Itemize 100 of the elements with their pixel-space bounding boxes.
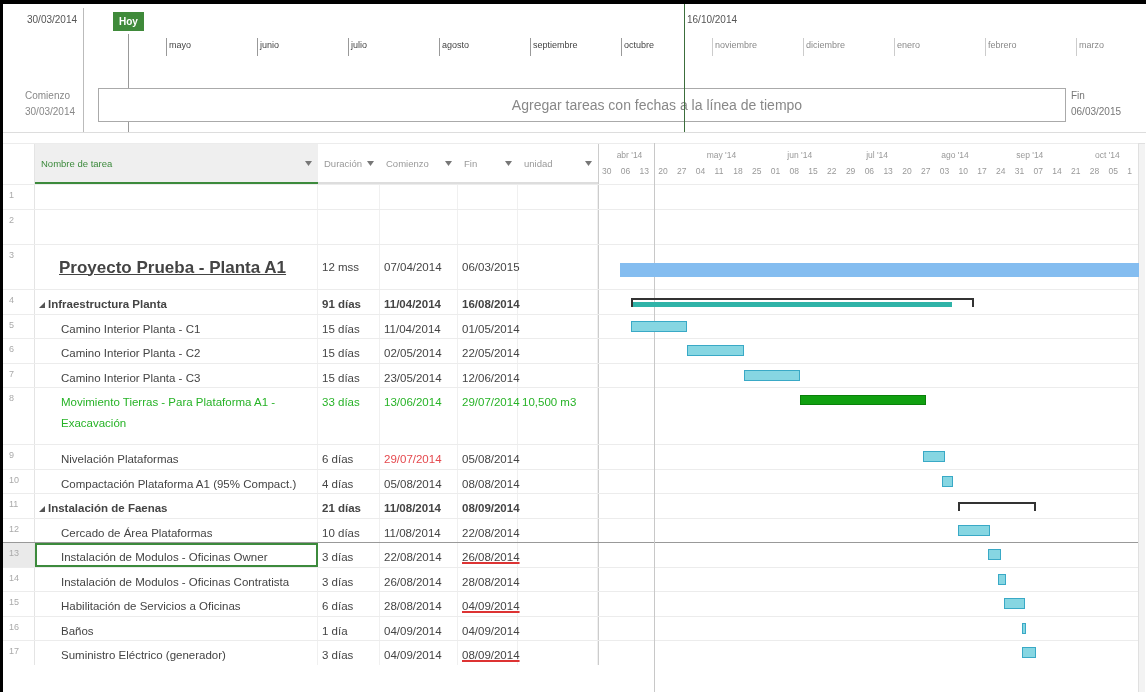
start-label: Comienzo <box>25 90 71 101</box>
week-scale-label: 28 <box>1089 166 1100 176</box>
week-scale-label: 29 <box>845 166 856 176</box>
collapse-triangle-icon[interactable] <box>39 506 45 512</box>
task-name-cell[interactable]: Instalación de Modulos - Oficinas Owner <box>35 543 318 567</box>
task-name-cell[interactable]: Camino Interior Planta - C3 <box>35 363 318 387</box>
week-scale-label: 18 <box>733 166 743 176</box>
week-scale-label: 13 <box>639 166 649 176</box>
duration-cell: 6 días <box>318 592 380 616</box>
week-scale-label: 06 <box>864 166 875 176</box>
week-scale-label: 27 <box>677 166 687 176</box>
task-bar[interactable] <box>987 549 1001 560</box>
today-marker[interactable]: Hoy <box>113 12 144 31</box>
week-scale-label: 08 <box>789 166 800 176</box>
row-number: 1 <box>3 185 35 209</box>
row-number: 2 <box>3 210 35 244</box>
task-name-cell[interactable]: Proyecto Prueba - Planta A1 <box>35 245 318 289</box>
start-date-cell: 23/05/2014 <box>380 363 458 387</box>
start-date-cell: 04/09/2014 <box>380 641 458 665</box>
task-bar[interactable] <box>1022 622 1027 634</box>
timeline-start-date: 30/03/2014 <box>27 14 78 25</box>
start-date-cell: 02/05/2014 <box>380 339 458 363</box>
task-bar[interactable] <box>998 573 1007 585</box>
task-name-cell[interactable]: Camino Interior Planta - C1 <box>35 314 318 338</box>
duration-cell: 15 días <box>318 314 380 338</box>
week-scale-label: 31 <box>1014 166 1025 176</box>
duration-cell: 91 días <box>318 290 380 314</box>
dropdown-arrow-icon[interactable] <box>585 160 592 166</box>
task-name-cell[interactable]: Habilitación de Servicios a Oficinas <box>35 592 318 616</box>
duration-cell: 1 día <box>318 616 380 640</box>
row-number: 12 <box>3 518 35 542</box>
row-number: 14 <box>3 567 35 591</box>
row-number: 7 <box>3 363 35 387</box>
task-name-cell[interactable]: Cercado de Área Plataformas <box>35 518 318 542</box>
duration-cell: 10 días <box>318 518 380 542</box>
finish-date-cell: 08/09/2014 <box>458 494 518 518</box>
start-value: 30/03/2014 <box>25 106 76 117</box>
week-scale-label: 22 <box>827 166 837 176</box>
month-label: enero <box>894 38 985 56</box>
week-scale-label: 1 <box>1127 166 1132 176</box>
task-bar[interactable] <box>687 345 744 356</box>
scrollbar[interactable] <box>1138 143 1145 692</box>
dropdown-arrow-icon[interactable] <box>505 160 512 166</box>
month-label: junio <box>257 38 348 56</box>
finish-date-cell: 22/08/2014 <box>458 518 518 542</box>
row-number: 13 <box>3 543 35 567</box>
dropdown-arrow-icon[interactable] <box>305 160 312 166</box>
task-name-cell[interactable]: Instalación de Faenas <box>35 494 318 518</box>
row-number: 15 <box>3 592 35 616</box>
month-label: marzo <box>1076 38 1146 56</box>
task-bar[interactable] <box>942 475 953 487</box>
collapse-triangle-icon[interactable] <box>39 302 45 308</box>
finish-date-cell: 01/05/2014 <box>458 314 518 338</box>
week-scale-label: 25 <box>752 166 762 176</box>
month-label: septiembre <box>530 38 621 56</box>
month-label: agosto <box>439 38 530 56</box>
task-name-cell[interactable]: Baños <box>35 616 318 640</box>
finish-date-cell: 05/08/2014 <box>458 445 518 469</box>
task-bar[interactable] <box>800 395 926 405</box>
start-date-cell: 05/08/2014 <box>380 469 458 493</box>
week-scale-label: 03 <box>939 166 950 176</box>
week-scale-label: 30 <box>602 166 612 176</box>
row-number: 6 <box>3 339 35 363</box>
task-name-cell[interactable]: Nivelación Plataformas <box>35 445 318 469</box>
task-name-cell[interactable]: Instalación de Modulos - Oficinas Contratista <box>35 567 318 591</box>
summary-bar[interactable] <box>958 502 1036 511</box>
dropdown-arrow-icon[interactable] <box>367 160 374 166</box>
finish-label: Fin <box>1071 90 1085 101</box>
task-bar[interactable] <box>958 524 991 536</box>
dropdown-arrow-icon[interactable] <box>445 160 452 166</box>
finish-date-cell: 26/08/2014 <box>458 543 518 567</box>
task-bar[interactable] <box>923 451 945 462</box>
finish-date-cell: 04/09/2014 <box>458 592 518 616</box>
summary-bar[interactable] <box>631 298 975 307</box>
start-date-cell: 26/08/2014 <box>380 567 458 591</box>
row-number: 9 <box>3 445 35 469</box>
task-bar[interactable] <box>1003 598 1026 609</box>
duration-cell: 33 días <box>318 388 380 444</box>
task-name-cell[interactable]: Infraestructura Planta <box>35 290 318 314</box>
column-header[interactable]: Nombre de tarea <box>35 144 318 184</box>
task-bar[interactable] <box>1022 647 1036 658</box>
month-scale-label: abr '14 <box>616 150 643 160</box>
week-scale-label: 27 <box>920 166 931 176</box>
start-date-cell: 07/04/2014 <box>380 245 458 289</box>
task-bar[interactable] <box>743 369 800 381</box>
duration-cell: 6 días <box>318 445 380 469</box>
task-name-cell[interactable]: Compactación Plataforma A1 (95% Compact.) <box>35 469 318 493</box>
duration-cell: 15 días <box>318 363 380 387</box>
row-number: 16 <box>3 616 35 640</box>
week-scale-label: 10 <box>958 166 968 176</box>
task-name-cell[interactable]: Camino Interior Planta - C2 <box>35 339 318 363</box>
task-bar[interactable] <box>631 320 688 332</box>
start-date-cell: 29/07/2014 <box>380 445 458 469</box>
task-name-cell[interactable]: Suministro Eléctrico (generador) <box>35 641 318 665</box>
start-date-cell: 11/04/2014 <box>380 314 458 338</box>
start-date-cell: 11/08/2014 <box>380 518 458 542</box>
month-label: julio <box>348 38 439 56</box>
week-scale-label: 04 <box>695 166 706 176</box>
finish-date-cell: 06/03/2015 <box>458 245 518 289</box>
start-date-cell: 28/08/2014 <box>380 592 458 616</box>
